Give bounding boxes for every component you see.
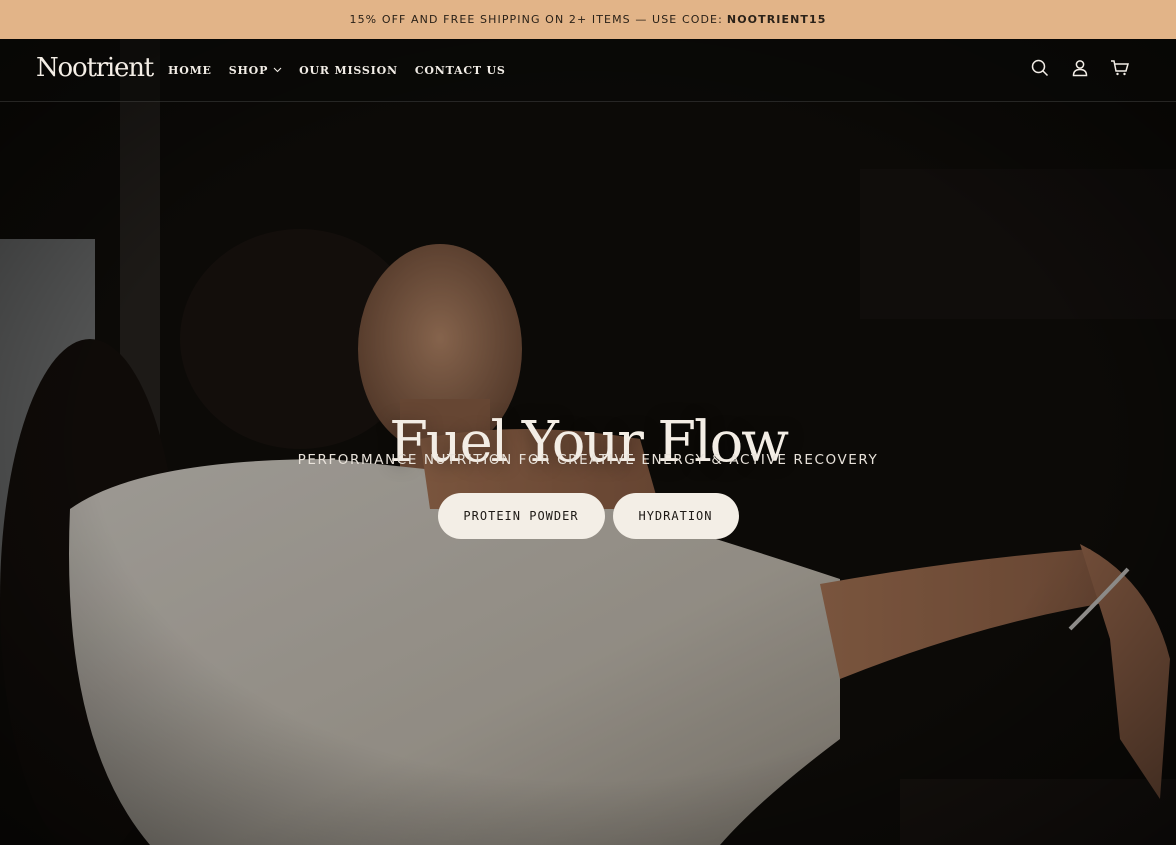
account-icon: [1071, 59, 1089, 82]
nav-home[interactable]: HOME: [168, 64, 212, 77]
nav-shop[interactable]: SHOP: [229, 64, 282, 77]
brand-logo[interactable]: Nootrient: [36, 53, 154, 83]
cart-button[interactable]: [1100, 50, 1140, 90]
cart-icon: [1110, 59, 1130, 82]
header-actions: [1020, 39, 1140, 101]
nav-home-label: HOME: [168, 63, 212, 77]
announcement-bar: 15% OFF AND FREE SHIPPING ON 2+ ITEMS — …: [0, 0, 1176, 39]
nav-our-mission[interactable]: OUR MISSION: [299, 64, 398, 77]
search-button[interactable]: [1020, 50, 1060, 90]
announcement-text: 15% OFF AND FREE SHIPPING ON 2+ ITEMS — …: [349, 13, 723, 26]
main-nav: HOME SHOP OUR MISSION CONTACT US: [168, 39, 523, 101]
nav-contact-us-label: CONTACT US: [414, 63, 506, 77]
search-icon: [1031, 59, 1049, 82]
nav-shop-label: SHOP: [228, 63, 269, 77]
site-header: Nootrient HOME SHOP OUR MISSION CONTACT …: [0, 39, 1176, 102]
protein-powder-button[interactable]: PROTEIN POWDER: [437, 493, 605, 539]
promo-code: NOOTRIENT15: [726, 13, 827, 26]
hydration-button[interactable]: HYDRATION: [612, 493, 739, 539]
hero-subtitle: PERFORMANCE NUTRITION FOR CREATIVE ENERG…: [297, 452, 879, 468]
nav-our-mission-label: OUR MISSION: [299, 63, 398, 77]
account-button[interactable]: [1060, 50, 1100, 90]
chevron-down-icon: [273, 67, 282, 73]
hero-cta-group: PROTEIN POWDER HYDRATION: [0, 493, 1176, 539]
nav-contact-us[interactable]: CONTACT US: [415, 64, 506, 77]
